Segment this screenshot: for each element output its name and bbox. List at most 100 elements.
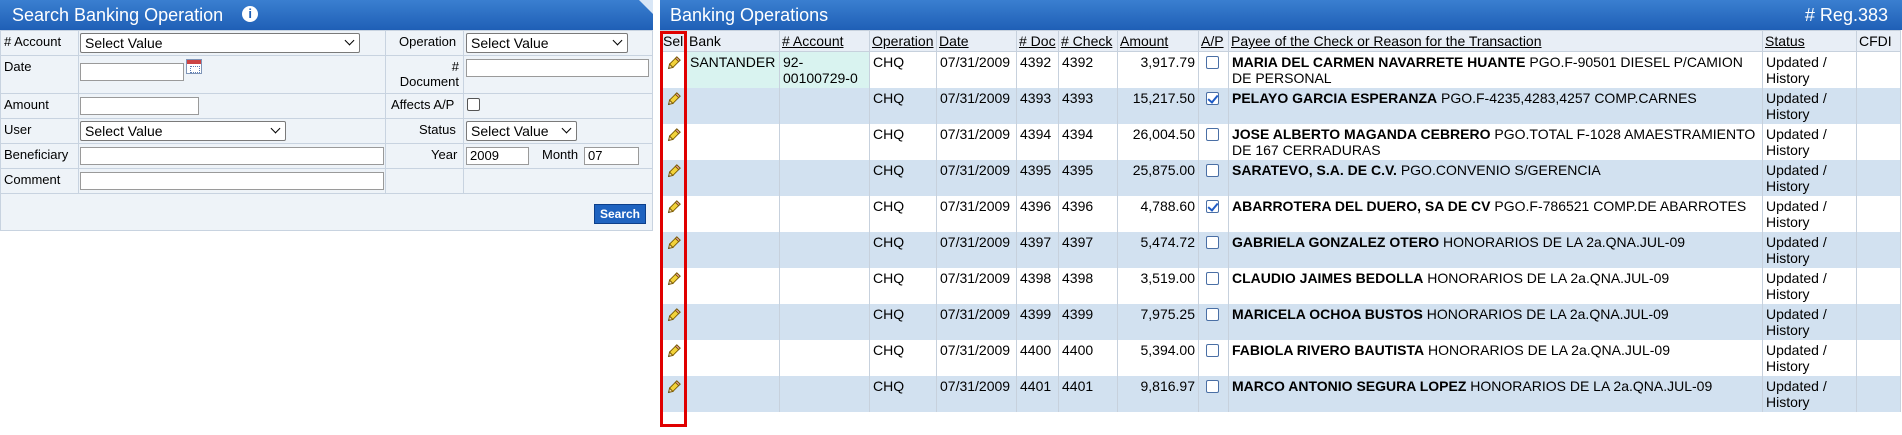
edit-cell[interactable] bbox=[660, 375, 687, 412]
col-status[interactable]: Status bbox=[1762, 30, 1857, 52]
table-row[interactable]: CHQ 07/31/2009 4394 4394 26,004.50 JOSE ALBER… bbox=[660, 123, 1901, 160]
date-cell: 07/31/2009 bbox=[936, 159, 1017, 196]
ap-checkbox[interactable] bbox=[1206, 307, 1219, 321]
user-select[interactable]: Select Value bbox=[80, 121, 286, 141]
check-cell: 4399 bbox=[1058, 303, 1118, 340]
pencil-icon[interactable] bbox=[664, 307, 681, 324]
year-input[interactable]: 2009 bbox=[466, 147, 529, 165]
edit-cell[interactable] bbox=[660, 267, 687, 304]
check-cell: 4393 bbox=[1058, 87, 1118, 124]
edit-cell[interactable] bbox=[660, 303, 687, 340]
edit-cell[interactable] bbox=[660, 339, 687, 376]
operation-select[interactable]: Select Value bbox=[466, 33, 628, 53]
pencil-icon[interactable] bbox=[664, 56, 681, 72]
edit-cell[interactable] bbox=[660, 159, 687, 196]
table-row[interactable]: CHQ 07/31/2009 4395 4395 25,875.00 SARATEVO, … bbox=[660, 159, 1901, 196]
status-cell: Updated / History bbox=[1762, 51, 1857, 88]
doc-cell: 4392 bbox=[1016, 51, 1059, 88]
col-payee[interactable]: Payee of the Check or Reason for the Tra… bbox=[1228, 30, 1763, 52]
doc-cell: 4400 bbox=[1016, 339, 1059, 376]
comment-label: Comment bbox=[4, 172, 61, 187]
account-cell bbox=[779, 303, 870, 340]
ap-checkbox[interactable] bbox=[1206, 199, 1219, 213]
affects-ap-label: Affects A/P bbox=[391, 97, 455, 112]
table-row[interactable]: CHQ 07/31/2009 4396 4396 4,788.60 ABARROTERA … bbox=[660, 195, 1901, 232]
pencil-icon[interactable] bbox=[664, 343, 681, 360]
beneficiary-label: Beneficiary bbox=[4, 147, 69, 162]
status-cell: Updated / History bbox=[1762, 87, 1857, 124]
edit-cell[interactable] bbox=[660, 51, 687, 88]
payee-cell: MARCO ANTONIO SEGURA LOPEZ HONORARIOS DE… bbox=[1228, 375, 1763, 412]
col-ap[interactable]: A/P bbox=[1198, 30, 1229, 52]
table-header-row: Sel Bank # Account Operation Date # Doc … bbox=[660, 30, 1901, 52]
pencil-icon[interactable] bbox=[664, 379, 681, 396]
edit-cell[interactable] bbox=[660, 123, 687, 160]
pencil-icon[interactable] bbox=[664, 91, 681, 108]
col-account[interactable]: # Account bbox=[779, 30, 870, 52]
status-select[interactable]: Select Value bbox=[466, 121, 577, 141]
operation-cell: CHQ bbox=[869, 123, 937, 160]
payee-cell: CLAUDIO JAIMES BEDOLLA HONORARIOS DE LA … bbox=[1228, 267, 1763, 304]
ap-checkbox[interactable] bbox=[1206, 127, 1219, 141]
table-row[interactable]: CHQ 07/31/2009 4397 4397 5,474.72 GABRIELA GO… bbox=[660, 231, 1901, 268]
account-cell bbox=[779, 267, 870, 304]
table-row[interactable]: CHQ 07/31/2009 4401 4401 9,816.97 MARCO ANTON… bbox=[660, 375, 1901, 412]
payee-name: MARICELA OCHOA BUSTOS bbox=[1232, 305, 1423, 322]
ap-checkbox[interactable] bbox=[1206, 91, 1219, 105]
doc-cell: 4397 bbox=[1016, 231, 1059, 268]
table-row[interactable]: CHQ 07/31/2009 4398 4398 3,519.00 CLAUDIO JAI… bbox=[660, 267, 1901, 304]
table-row[interactable]: CHQ 07/31/2009 4399 4399 7,975.25 MARICELA OC… bbox=[660, 303, 1901, 340]
ap-cell bbox=[1198, 159, 1229, 196]
cfdi-cell bbox=[1856, 375, 1901, 412]
ap-checkbox[interactable] bbox=[1206, 235, 1219, 249]
col-check[interactable]: # Check bbox=[1058, 30, 1118, 52]
table-row[interactable]: SANTANDER 92-00100729-0 CHQ 07/31/2009 4392 4… bbox=[660, 51, 1901, 88]
ap-checkbox[interactable] bbox=[1206, 163, 1219, 177]
account-select[interactable]: Select Value bbox=[80, 33, 360, 53]
info-icon[interactable]: i bbox=[242, 6, 259, 23]
operations-table: Sel Bank # Account Operation Date # Doc … bbox=[660, 30, 1901, 412]
ap-checkbox[interactable] bbox=[1206, 56, 1219, 69]
user-label: User bbox=[4, 122, 32, 137]
col-operation[interactable]: Operation bbox=[869, 30, 937, 52]
affects-ap-checkbox[interactable] bbox=[467, 98, 480, 111]
operation-cell: CHQ bbox=[869, 375, 937, 412]
col-doc[interactable]: # Doc bbox=[1016, 30, 1059, 52]
col-date[interactable]: Date bbox=[936, 30, 1017, 52]
row-date-document: Date # Document bbox=[1, 56, 652, 94]
comment-input[interactable] bbox=[80, 172, 384, 190]
payee-cell: MARICELA OCHOA BUSTOS HONORARIOS DE LA 2… bbox=[1228, 303, 1763, 340]
ap-checkbox[interactable] bbox=[1206, 379, 1219, 393]
ap-checkbox[interactable] bbox=[1206, 343, 1219, 357]
pencil-icon[interactable] bbox=[664, 163, 681, 180]
edit-cell[interactable] bbox=[660, 195, 687, 232]
table-row[interactable]: CHQ 07/31/2009 4393 4393 15,217.50 PELAYO GAR… bbox=[660, 87, 1901, 124]
check-cell: 4396 bbox=[1058, 195, 1118, 232]
status-label: Status bbox=[419, 122, 456, 137]
amount-input[interactable] bbox=[80, 97, 199, 115]
payee-cell: MARIA DEL CARMEN NAVARRETE HUANTE PGO.F-… bbox=[1228, 51, 1763, 88]
document-input[interactable] bbox=[466, 59, 649, 77]
col-amount[interactable]: Amount bbox=[1117, 30, 1199, 52]
beneficiary-input[interactable] bbox=[80, 147, 384, 165]
table-row[interactable]: CHQ 07/31/2009 4400 4400 5,394.00 FABIOLA RIV… bbox=[660, 339, 1901, 376]
edit-cell[interactable] bbox=[660, 231, 687, 268]
calendar-icon[interactable] bbox=[186, 59, 202, 74]
pencil-icon[interactable] bbox=[664, 235, 681, 252]
check-cell: 4392 bbox=[1058, 51, 1118, 88]
date-cell: 07/31/2009 bbox=[936, 87, 1017, 124]
operation-cell: CHQ bbox=[869, 267, 937, 304]
date-input[interactable] bbox=[80, 63, 184, 81]
operation-cell: CHQ bbox=[869, 159, 937, 196]
bank-cell bbox=[686, 159, 780, 196]
ap-checkbox[interactable] bbox=[1206, 271, 1219, 285]
pencil-icon[interactable] bbox=[664, 127, 681, 144]
pencil-icon[interactable] bbox=[664, 271, 681, 288]
pencil-icon[interactable] bbox=[664, 199, 681, 216]
month-input[interactable]: 07 bbox=[584, 147, 639, 165]
col-bank: Bank bbox=[686, 30, 780, 52]
edit-cell[interactable] bbox=[660, 87, 687, 124]
row-user-status: User Select Value Status Select Value bbox=[1, 119, 652, 144]
amount-cell: 7,975.25 bbox=[1117, 303, 1199, 340]
search-button[interactable]: Search bbox=[593, 204, 646, 224]
